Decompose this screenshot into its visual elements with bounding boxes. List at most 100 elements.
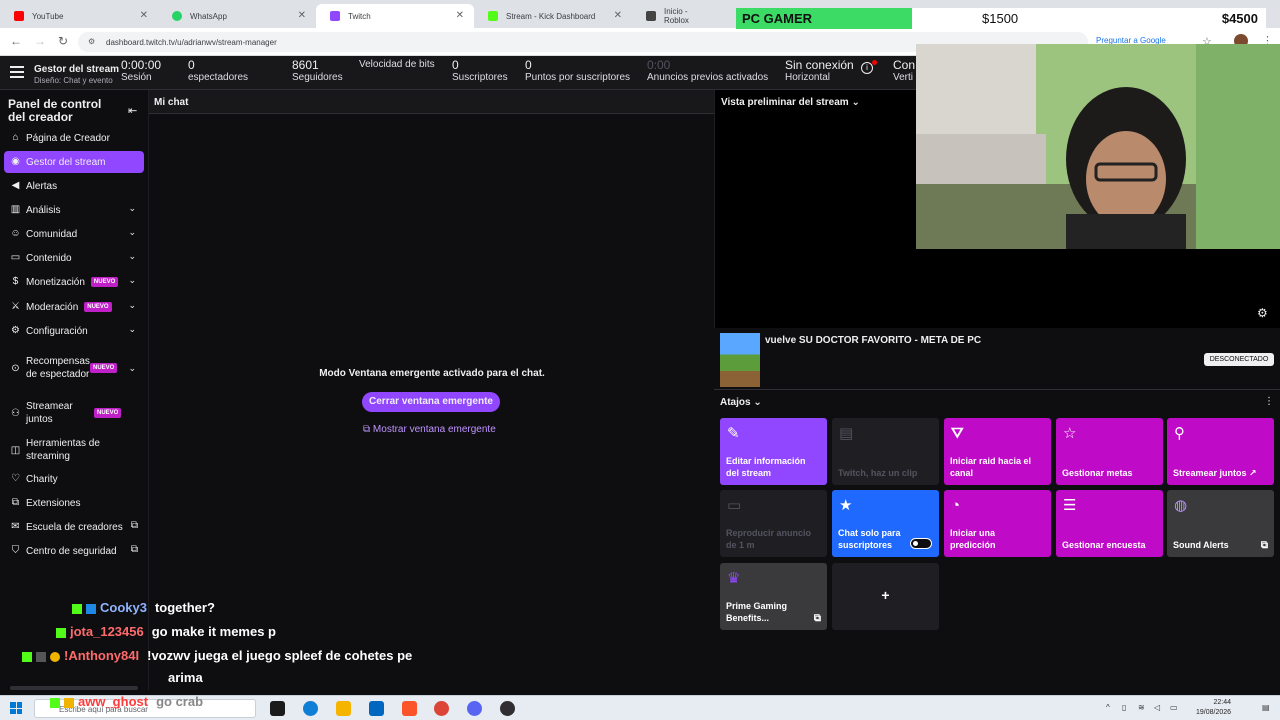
sidebar-item-stream-manager[interactable]: ◉ Gestor del stream [4, 151, 144, 173]
shortcut-sub-only-chat[interactable]: ★ Chat solo para suscriptores [832, 490, 939, 557]
new-badge: NUEVO [90, 277, 119, 287]
tab-youtube[interactable]: YouTube ✕ [0, 4, 158, 28]
wifi-icon[interactable]: ≋ [1138, 703, 1145, 712]
windows-start-icon[interactable] [10, 702, 22, 714]
site-info-icon[interactable]: ⚙ [88, 37, 95, 46]
shortcut-start-prediction[interactable]: ◔ Iniciar una predicción [944, 490, 1051, 557]
forward-icon[interactable]: → [34, 34, 46, 48]
shortcut-clip[interactable]: ▤ Twitch, haz un clip [832, 418, 939, 485]
battery-icon[interactable]: ▭ [1170, 703, 1178, 712]
sidebar-item-creator-page[interactable]: ⌂ Página de Creador [4, 127, 144, 149]
sidebar-item-monetization[interactable]: $ Monetización NUEVO ⌄ [4, 271, 144, 293]
external-link-icon: ⧉ [130, 544, 138, 555]
gear-icon: ⚙ [11, 325, 20, 336]
reload-icon[interactable]: ↻ [58, 34, 68, 48]
close-popout-button[interactable]: Cerrar ventana emergente [362, 392, 500, 412]
shortcut-manage-goals[interactable]: ☆ Gestionar metas [1056, 418, 1163, 485]
shortcut-stream-together[interactable]: ⚲ Streamear juntos ↗ [1167, 418, 1274, 485]
close-icon[interactable]: ✕ [456, 10, 464, 21]
sidebar-item-community[interactable]: ☺ Comunidad ⌄ [4, 223, 144, 245]
sidebar-item-content[interactable]: ▭ Contenido ⌄ [4, 247, 144, 269]
external-link-icon: ⧉ [130, 520, 138, 531]
sidebar-item-analytics[interactable]: ▥ Análisis ⌄ [4, 199, 144, 221]
close-icon[interactable]: ✕ [614, 10, 622, 21]
sword-icon: ⚔ [11, 301, 20, 312]
shortcut-manage-poll[interactable]: ☰ Gestionar encuesta [1056, 490, 1163, 557]
back-icon[interactable]: ← [10, 34, 22, 48]
sidebar-item-stream-together[interactable]: ⚇ Streamear juntos NUEVO [4, 400, 144, 426]
brave-icon[interactable] [402, 701, 417, 716]
file-explorer-icon[interactable] [336, 701, 351, 716]
status-badge: DESCONECTADO [1204, 353, 1274, 366]
ad-icon: ▭ [727, 497, 742, 514]
shield-icon: ⛉ [11, 545, 20, 556]
info-icon[interactable]: i [861, 62, 873, 74]
sub-only-toggle[interactable] [910, 538, 932, 549]
raid-icon: ⛛ [951, 425, 964, 442]
sidebar-item-creator-school[interactable]: ✉ Escuela de creadores ⧉ [4, 516, 144, 538]
stat-preroll-ads: 0:00 Anuncios previos activados [647, 58, 769, 84]
taskbar-clock[interactable]: 22:44 19/08/2026 [1196, 698, 1231, 718]
tab-whatsapp[interactable]: WhatsApp ✕ [158, 4, 316, 28]
shortcut-start-raid[interactable]: ⛛ Iniciar raid hacia el canal [944, 418, 1051, 485]
star-icon: ★ [839, 497, 853, 514]
crown-icon: ♛ [727, 570, 741, 587]
sidebar-item-moderation[interactable]: ⚔ Moderación NUEVO ⌄ [4, 296, 144, 318]
goal-current-amount: $1500 [982, 11, 1019, 26]
more-options-icon[interactable]: ⋮ [1264, 396, 1274, 407]
kick-badge-icon [50, 697, 60, 708]
collapse-sidebar-icon[interactable]: ⇤ [128, 104, 137, 117]
sidebar-item-extensions[interactable]: ⧉ Extensiones [4, 492, 144, 514]
badge-icon [86, 603, 96, 614]
show-popout-link[interactable]: ⧉ Mostrar ventana emergente [363, 424, 496, 435]
notification-icon[interactable]: ▤ [1262, 703, 1270, 712]
close-icon[interactable]: ✕ [140, 10, 148, 21]
task-view-icon[interactable] [270, 701, 285, 716]
chrome-icon[interactable] [434, 701, 449, 716]
chat-overlay-line: jota_123456 go make it memes p [56, 624, 276, 639]
network-icon[interactable]: ▯ [1122, 703, 1126, 712]
tray-chevron-icon[interactable]: ^ [1106, 703, 1110, 712]
preview-header[interactable]: Vista preliminar del stream ⌄ [721, 97, 860, 108]
stat-viewers: 0 espectadores [188, 58, 249, 84]
stat-sub-points: 0 Puntos por suscriptores [525, 58, 631, 84]
shortcut-edit-stream-info[interactable]: ✎ Editar información del stream [720, 418, 827, 485]
sidebar-item-settings[interactable]: ⚙ Configuración ⌄ [4, 320, 144, 342]
layout-subtitle[interactable]: Diseño: Chat y evento [34, 76, 114, 85]
shortcut-play-ad[interactable]: ▭ Reproducir anuncio de 1 m [720, 490, 827, 557]
edge-icon[interactable] [303, 701, 318, 716]
hamburger-menu-icon[interactable] [10, 66, 24, 78]
external-link-icon: ⧉ [363, 424, 373, 435]
live-indicator-dot [872, 60, 877, 65]
shortcut-sound-alerts[interactable]: ◍ Sound Alerts ⧉ [1167, 490, 1274, 557]
add-shortcut-button[interactable]: + [832, 563, 939, 630]
chevron-down-icon: ⌄ [128, 275, 136, 285]
tab-kick[interactable]: Stream - Kick Dashboard ✕ [474, 4, 632, 28]
broadcast-icon: ◉ [11, 156, 20, 167]
tab-twitch[interactable]: Twitch ✕ [316, 4, 474, 28]
volume-icon[interactable]: ◁ [1154, 703, 1160, 712]
shortcuts-header[interactable]: Atajos ⌄ [720, 397, 762, 408]
home-icon: ⌂ [12, 132, 19, 143]
content-icon: ▭ [10, 252, 21, 263]
store-icon[interactable] [369, 701, 384, 716]
chevron-down-icon: ⌄ [128, 251, 136, 261]
new-badge: NUEVO [84, 302, 112, 312]
tab-roblox[interactable]: Inicio - Roblox [632, 4, 722, 28]
stream-title: vuelve SU DOCTOR FAVORITO - META DE PC [765, 335, 982, 346]
obs-icon[interactable] [500, 701, 515, 716]
sidebar-item-streaming-tools[interactable]: ◫ Herramientas de streaming [4, 437, 144, 463]
horizontal-scrollbar[interactable] [10, 686, 138, 690]
sidebar-item-safety-center[interactable]: ⛉ Centro de seguridad ⧉ [4, 540, 144, 562]
popout-message: Modo Ventana emergente activado para el … [319, 368, 545, 379]
goal-name: PC GAMER [742, 11, 813, 26]
sidebar-item-charity[interactable]: ♡ Charity [4, 468, 144, 490]
sidebar-item-alerts[interactable]: ◀ Alertas [4, 175, 144, 197]
close-icon[interactable]: ✕ [298, 10, 306, 21]
discord-icon[interactable] [467, 701, 482, 716]
sidebar-item-viewer-rewards[interactable]: ⊙ Recompensas de espectador NUEVO ⌄ [4, 350, 144, 386]
stat-session: 0:00:00 Sesión [121, 58, 162, 84]
preview-settings-icon[interactable]: ⚙ [1257, 306, 1268, 320]
rewards-icon: ⊙ [11, 363, 20, 374]
shortcut-prime-gaming[interactable]: ♛ Prime Gaming Benefits... ⧉ [720, 563, 827, 630]
